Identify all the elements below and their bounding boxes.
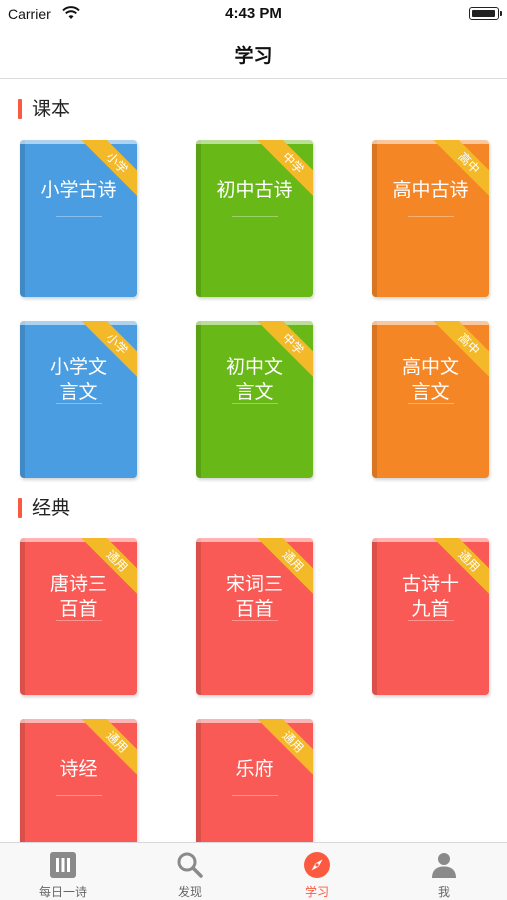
book-title-divider	[232, 403, 278, 404]
tab-bar: 每日一诗 发现 学习 我	[0, 842, 507, 900]
book-pages-edge	[196, 140, 313, 144]
book-title-divider	[232, 620, 278, 621]
tab-daily-poem[interactable]: 每日一诗	[0, 843, 126, 900]
book-title: 初中文 言文	[225, 356, 283, 403]
book-spine	[20, 321, 25, 478]
tab-label: 学习	[304, 885, 329, 899]
compass-icon	[304, 852, 330, 878]
book-pages-edge	[20, 719, 137, 723]
book-cover[interactable]: 小学文 言文 小学	[20, 321, 137, 478]
book-spine	[196, 538, 201, 695]
section-title: 经典	[32, 497, 71, 519]
book-spine	[20, 140, 25, 297]
book-cover[interactable]: 高中古诗 高中	[372, 140, 489, 297]
book-title: 古诗十 九首	[401, 573, 459, 620]
page-title: 学习	[234, 45, 273, 67]
book-title: 高中古诗	[392, 179, 469, 201]
book-title: 高中文 言文	[401, 356, 459, 403]
status-bar: Carrier 4:43 PM	[0, 0, 507, 28]
book-spine	[20, 538, 25, 695]
book-title-divider	[56, 795, 102, 796]
book-title: 初中古诗	[216, 179, 293, 201]
book-pages-edge	[196, 321, 313, 325]
section-accent-bar	[18, 498, 22, 518]
book-cover[interactable]: 初中文 言文 中学	[196, 321, 313, 478]
person-icon	[432, 853, 456, 878]
book-pages-edge	[372, 140, 489, 144]
book-title-divider	[408, 620, 454, 621]
book-title: 乐府	[235, 758, 274, 780]
book-pages-edge	[372, 321, 489, 325]
calendar-icon	[50, 852, 76, 878]
book-cover[interactable]: 高中文 言文 高中	[372, 321, 489, 478]
tab-me[interactable]: 我	[381, 843, 507, 900]
book-pages-edge	[20, 140, 137, 144]
book-title-divider	[408, 403, 454, 404]
navigation-bar: 学习	[0, 28, 507, 79]
book-cover[interactable]: 宋词三 百首 通用	[196, 538, 313, 695]
book-pages-edge	[196, 538, 313, 542]
book-spine	[196, 140, 201, 297]
tab-label: 我	[437, 885, 450, 899]
book-title: 小学古诗	[40, 179, 117, 201]
book-title: 小学文 言文	[49, 356, 107, 403]
tab-study[interactable]: 学习	[254, 843, 380, 900]
book-spine	[196, 321, 201, 478]
book-spine	[372, 140, 377, 297]
book-spine	[372, 321, 377, 478]
book-cover[interactable]: 唐诗三 百首 通用	[20, 538, 137, 695]
tab-label: 每日一诗	[38, 885, 87, 899]
book-title-divider	[56, 403, 102, 404]
book-pages-edge	[20, 538, 137, 542]
book-pages-edge	[20, 321, 137, 325]
battery-icon	[469, 7, 502, 20]
book-title: 诗经	[59, 758, 98, 780]
book-cover[interactable]: 小学古诗 小学	[20, 140, 137, 297]
book-title-divider	[232, 216, 278, 217]
status-time: 4:43 PM	[225, 5, 282, 22]
book-title-divider	[232, 795, 278, 796]
book-spine	[372, 538, 377, 695]
search-icon	[177, 852, 203, 878]
book-title: 宋词三 百首	[225, 573, 283, 620]
book-pages-edge	[372, 538, 489, 542]
book-pages-edge	[196, 719, 313, 723]
book-title-divider	[408, 216, 454, 217]
book-cover[interactable]: 古诗十 九首 通用	[372, 538, 489, 695]
book-title: 唐诗三 百首	[49, 573, 107, 620]
tab-label: 发现	[177, 885, 202, 899]
section-title: 课本	[32, 98, 71, 120]
book-cover[interactable]: 初中古诗 中学	[196, 140, 313, 297]
section-accent-bar	[18, 99, 22, 119]
book-title-divider	[56, 620, 102, 621]
tab-discover[interactable]: 发现	[127, 843, 253, 900]
book-title-divider	[56, 216, 102, 217]
